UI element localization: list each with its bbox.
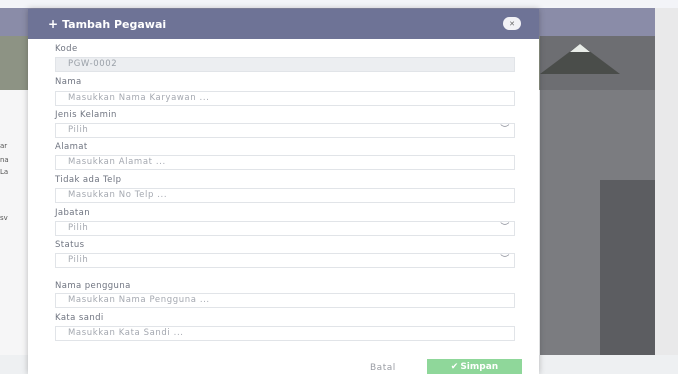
telp-label: Tidak ada Telp [55, 175, 122, 185]
jabatan-label: Jabatan [55, 208, 91, 218]
alamat-input[interactable]: Masukkan Alamat ... [55, 155, 515, 170]
telp-placeholder: Masukkan No Telp ... [68, 190, 168, 200]
close-icon: ✕ [509, 19, 515, 28]
kata-sandi-input[interactable]: Masukkan Kata Sandi ... [55, 326, 515, 341]
chevron-down-icon: ︶ [500, 223, 510, 233]
status-label: Status [55, 240, 85, 250]
modal-title: Tambah Pegawai [62, 17, 167, 31]
bg-text: ar [0, 142, 8, 150]
kata-sandi-label: Kata sandi [55, 313, 104, 323]
kode-label: Kode [55, 44, 78, 54]
telp-input[interactable]: Masukkan No Telp ... [55, 188, 515, 203]
nama-placeholder: Masukkan Nama Karyawan ... [68, 93, 210, 103]
chevron-down-icon: ︶ [500, 125, 510, 135]
save-button-label: Simpan [460, 362, 499, 372]
jenis-kelamin-value: Pilih [68, 125, 89, 135]
nama-input[interactable]: Masukkan Nama Karyawan ... [55, 91, 515, 106]
nama-pengguna-placeholder: Masukkan Nama Pengguna ... [68, 295, 210, 305]
add-employee-modal: + Tambah Pegawai ✕ Kode PGW-0002 Nama Ma… [28, 9, 539, 374]
background-sidebar: ar na La sv [0, 90, 28, 374]
background-scroll-column [655, 8, 678, 374]
save-button[interactable]: ✔ Simpan [427, 359, 522, 374]
cancel-button[interactable]: Batal [370, 363, 396, 373]
status-select[interactable]: Pilih ︶ [55, 253, 515, 268]
jenis-kelamin-select[interactable]: Pilih ︶ [55, 123, 515, 138]
kode-value: PGW-0002 [68, 59, 118, 69]
check-icon: ✔ [450, 362, 459, 372]
bg-text: La [0, 168, 9, 176]
mountain-snow [570, 44, 590, 52]
nama-pengguna-input[interactable]: Masukkan Nama Pengguna ... [55, 293, 515, 308]
kode-field: PGW-0002 [55, 57, 515, 72]
status-value: Pilih [68, 255, 89, 265]
bg-text: sv [0, 214, 8, 222]
chevron-down-icon: ︶ [500, 255, 510, 265]
bg-text: na [0, 156, 9, 164]
plus-icon: + [48, 17, 59, 31]
browser-strip [0, 0, 678, 8]
close-button[interactable]: ✕ [503, 17, 521, 30]
alamat-label: Alamat [55, 142, 88, 152]
nama-pengguna-label: Nama pengguna [55, 281, 131, 291]
alamat-placeholder: Masukkan Alamat ... [68, 157, 166, 167]
nama-label: Nama [55, 77, 82, 87]
jenis-kelamin-label: Jenis Kelamin [55, 110, 117, 120]
kata-sandi-placeholder: Masukkan Kata Sandi ... [68, 328, 184, 338]
jabatan-select[interactable]: Pilih ︶ [55, 221, 515, 236]
jabatan-value: Pilih [68, 223, 89, 233]
modal-header: + Tambah Pegawai ✕ [28, 9, 539, 39]
